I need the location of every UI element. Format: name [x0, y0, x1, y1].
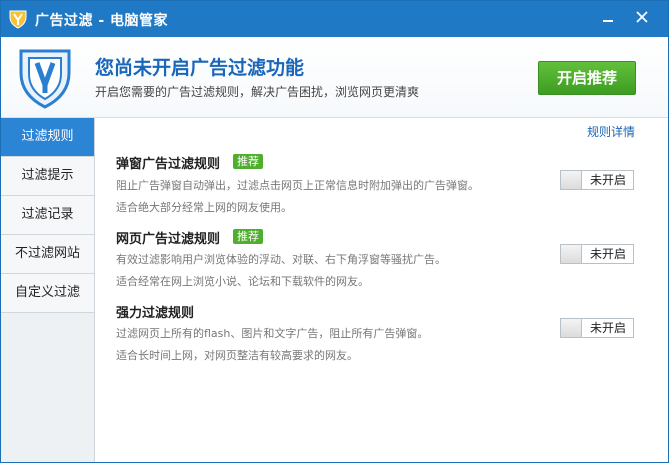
status-header: 您尚未开启广告过滤功能 开启您需要的广告过滤规则，解决广告困扰，浏览网页更清爽 …	[1, 37, 668, 118]
sidebar: 过滤规则 过滤提示 过滤记录 不过滤网站 自定义过滤	[1, 118, 95, 462]
title-bar[interactable]: 广告过滤 - 电脑管家	[1, 1, 668, 37]
rule-details-link[interactable]: 规则详情	[587, 123, 635, 140]
close-icon	[636, 11, 648, 23]
minimize-icon	[603, 20, 613, 22]
sidebar-item-filter-records[interactable]: 过滤记录	[1, 196, 94, 235]
rules-panel: 规则详情 弹窗广告过滤规则 推荐 阻止广告弹窗自动弹出，过滤点击网页上正常信息时…	[95, 118, 668, 462]
toggle-knob	[561, 245, 582, 263]
popup-ad-rule-toggle[interactable]: 未开启	[560, 170, 634, 190]
toggle-knob	[561, 171, 582, 189]
rule-audience: 适合长时间上网，对网页整洁有较高要求的网友。	[116, 349, 358, 362]
sidebar-item-filter-rules[interactable]: 过滤规则	[1, 118, 94, 157]
sidebar-item-whitelist-sites[interactable]: 不过滤网站	[1, 235, 94, 274]
enable-recommended-button[interactable]: 开启推荐	[538, 61, 636, 95]
sidebar-item-custom-filter[interactable]: 自定义过滤	[1, 274, 94, 313]
ad-filter-window: 广告过滤 - 电脑管家 您尚未开启广告过滤功能 开启您需要的广告过滤规则，解决广…	[0, 0, 669, 463]
tencent-pc-manager-shield-icon	[9, 10, 27, 29]
rule-audience: 适合经常在网上浏览小说、论坛和下载软件的网友。	[116, 275, 369, 288]
webpage-ad-rule-toggle[interactable]: 未开启	[560, 244, 634, 264]
toggle-label: 未开启	[589, 247, 626, 261]
toggle-label: 未开启	[589, 321, 626, 335]
rule-title: 网页广告过滤规则	[116, 232, 221, 247]
recommended-badge: 推荐	[233, 229, 263, 244]
recommended-badge: 推荐	[233, 154, 263, 169]
rule-description: 过滤网页上所有的flash、图片和文字广告，阻止所有广告弹窗。	[116, 327, 429, 340]
sidebar-item-filter-prompts[interactable]: 过滤提示	[1, 157, 94, 196]
toggle-label: 未开启	[589, 173, 626, 187]
rule-description: 阻止广告弹窗自动弹出，过滤点击网页上正常信息时附加弹出的广告弹窗。	[116, 179, 479, 192]
rule-title: 强力过滤规则	[116, 306, 195, 321]
window-title: 广告过滤 - 电脑管家	[35, 13, 169, 29]
strong-filter-rule-toggle[interactable]: 未开启	[560, 318, 634, 338]
toggle-knob	[561, 319, 582, 337]
rule-audience: 适合绝大部分经常上网的网友使用。	[116, 201, 292, 214]
minimize-button[interactable]	[597, 7, 619, 27]
rule-description: 有效过滤影响用户浏览体验的浮动、对联、右下角浮窗等骚扰广告。	[116, 253, 446, 266]
header-description: 开启您需要的广告过滤规则，解决广告困扰，浏览网页更清爽	[95, 85, 420, 99]
ad-filter-shield-icon	[19, 49, 71, 109]
rule-title: 弹窗广告过滤规则	[116, 157, 221, 172]
close-button[interactable]	[631, 7, 653, 27]
header-title: 您尚未开启广告过滤功能	[95, 57, 305, 79]
